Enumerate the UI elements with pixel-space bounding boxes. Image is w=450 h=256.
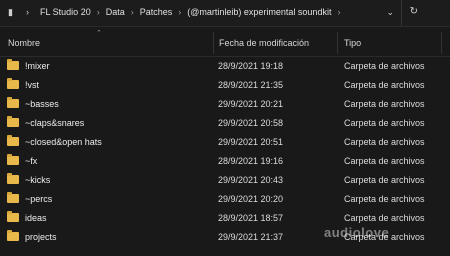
sort-ascending-icon: ⌃ (96, 30, 102, 37)
file-type: Carpeta de archivos (344, 156, 425, 166)
file-name: ~fx (25, 156, 38, 166)
file-name: ~percs (25, 194, 53, 204)
table-row[interactable]: ~kicks 29/9/2021 20:43 Carpeta de archiv… (0, 171, 450, 190)
file-date: 29/9/2021 20:43 (218, 175, 284, 185)
location-icon: ▮ (8, 7, 13, 17)
folder-icon (7, 192, 19, 203)
address-bar[interactable]: ▮ › FL Studio 20 › Data › Patches › (@martinle… (0, 0, 450, 27)
file-type: Carpeta de archivos (344, 80, 425, 90)
folder-icon (7, 135, 19, 146)
file-date: 29/9/2021 20:21 (218, 99, 284, 109)
column-header-row: ⌃ Nombre Fecha de modificación Tipo (0, 28, 450, 57)
breadcrumb-separator: › (178, 7, 182, 17)
file-date: 28/9/2021 19:16 (218, 156, 284, 166)
file-type: Carpeta de archivos (344, 118, 425, 128)
column-divider[interactable] (337, 32, 338, 54)
file-date: 29/9/2021 20:58 (218, 118, 284, 128)
table-row[interactable]: ~closed&open hats 29/9/2021 20:51 Carpet… (0, 133, 450, 152)
file-type: Carpeta de archivos (344, 194, 425, 204)
folder-icon (7, 211, 19, 222)
file-date: 28/9/2021 19:18 (218, 61, 284, 71)
file-type: Carpeta de archivos (344, 137, 425, 147)
file-type: Carpeta de archivos (344, 99, 425, 109)
file-date: 28/9/2021 18:57 (218, 213, 284, 223)
refresh-icon[interactable]: ↻ (410, 6, 418, 17)
folder-icon (7, 78, 19, 89)
table-row[interactable]: !vst 28/9/2021 21:35 Carpeta de archivos (0, 76, 450, 95)
folder-icon (7, 173, 19, 184)
chevron-right-icon[interactable]: › (26, 7, 29, 17)
folder-icon (7, 230, 19, 241)
file-name: ~kicks (25, 175, 51, 185)
file-date: 28/9/2021 21:35 (218, 80, 284, 90)
watermark: audiolove (324, 225, 390, 240)
folder-icon (7, 154, 19, 165)
column-divider[interactable] (441, 32, 442, 54)
file-name: !mixer (25, 61, 50, 71)
breadcrumb-data[interactable]: Data (106, 7, 125, 17)
table-row[interactable]: ~claps&snares 29/9/2021 20:58 Carpeta de… (0, 114, 450, 133)
file-date: 29/9/2021 21:37 (218, 232, 284, 242)
divider (401, 0, 402, 26)
file-name: ~closed&open hats (25, 137, 102, 147)
breadcrumb-separator: › (96, 7, 100, 17)
column-divider[interactable] (213, 32, 214, 54)
breadcrumb-separator: › (337, 7, 341, 17)
breadcrumb-separator: › (130, 7, 134, 17)
breadcrumb-soundkit[interactable]: (@martinleib) experimental soundkit (187, 7, 331, 17)
file-type: Carpeta de archivos (344, 61, 425, 71)
file-name: ideas (25, 213, 47, 223)
breadcrumb: FL Studio 20 › Data › Patches › (@martinleib) … (40, 7, 346, 17)
folder-icon (7, 59, 19, 70)
file-type: Carpeta de archivos (344, 175, 425, 185)
table-row[interactable]: ~basses 29/9/2021 20:21 Carpeta de archi… (0, 95, 450, 114)
column-header-type[interactable]: Tipo (344, 38, 361, 48)
file-type: Carpeta de archivos (344, 213, 425, 223)
file-name: projects (25, 232, 57, 242)
file-name: !vst (25, 80, 40, 90)
folder-icon (7, 116, 19, 127)
file-name: ~basses (25, 99, 59, 109)
column-header-date[interactable]: Fecha de modificación (219, 38, 309, 48)
table-row[interactable]: ~percs 29/9/2021 20:20 Carpeta de archiv… (0, 190, 450, 209)
column-header-name[interactable]: Nombre (8, 38, 40, 48)
table-row[interactable]: !mixer 28/9/2021 19:18 Carpeta de archiv… (0, 57, 450, 76)
breadcrumb-fl-studio[interactable]: FL Studio 20 (40, 7, 91, 17)
folder-icon (7, 97, 19, 108)
chevron-down-icon[interactable]: ⌄ (386, 7, 394, 18)
table-row[interactable]: ~fx 28/9/2021 19:16 Carpeta de archivos (0, 152, 450, 171)
file-date: 29/9/2021 20:51 (218, 137, 284, 147)
file-name: ~claps&snares (25, 118, 85, 128)
breadcrumb-patches[interactable]: Patches (140, 7, 173, 17)
file-date: 29/9/2021 20:20 (218, 194, 284, 204)
